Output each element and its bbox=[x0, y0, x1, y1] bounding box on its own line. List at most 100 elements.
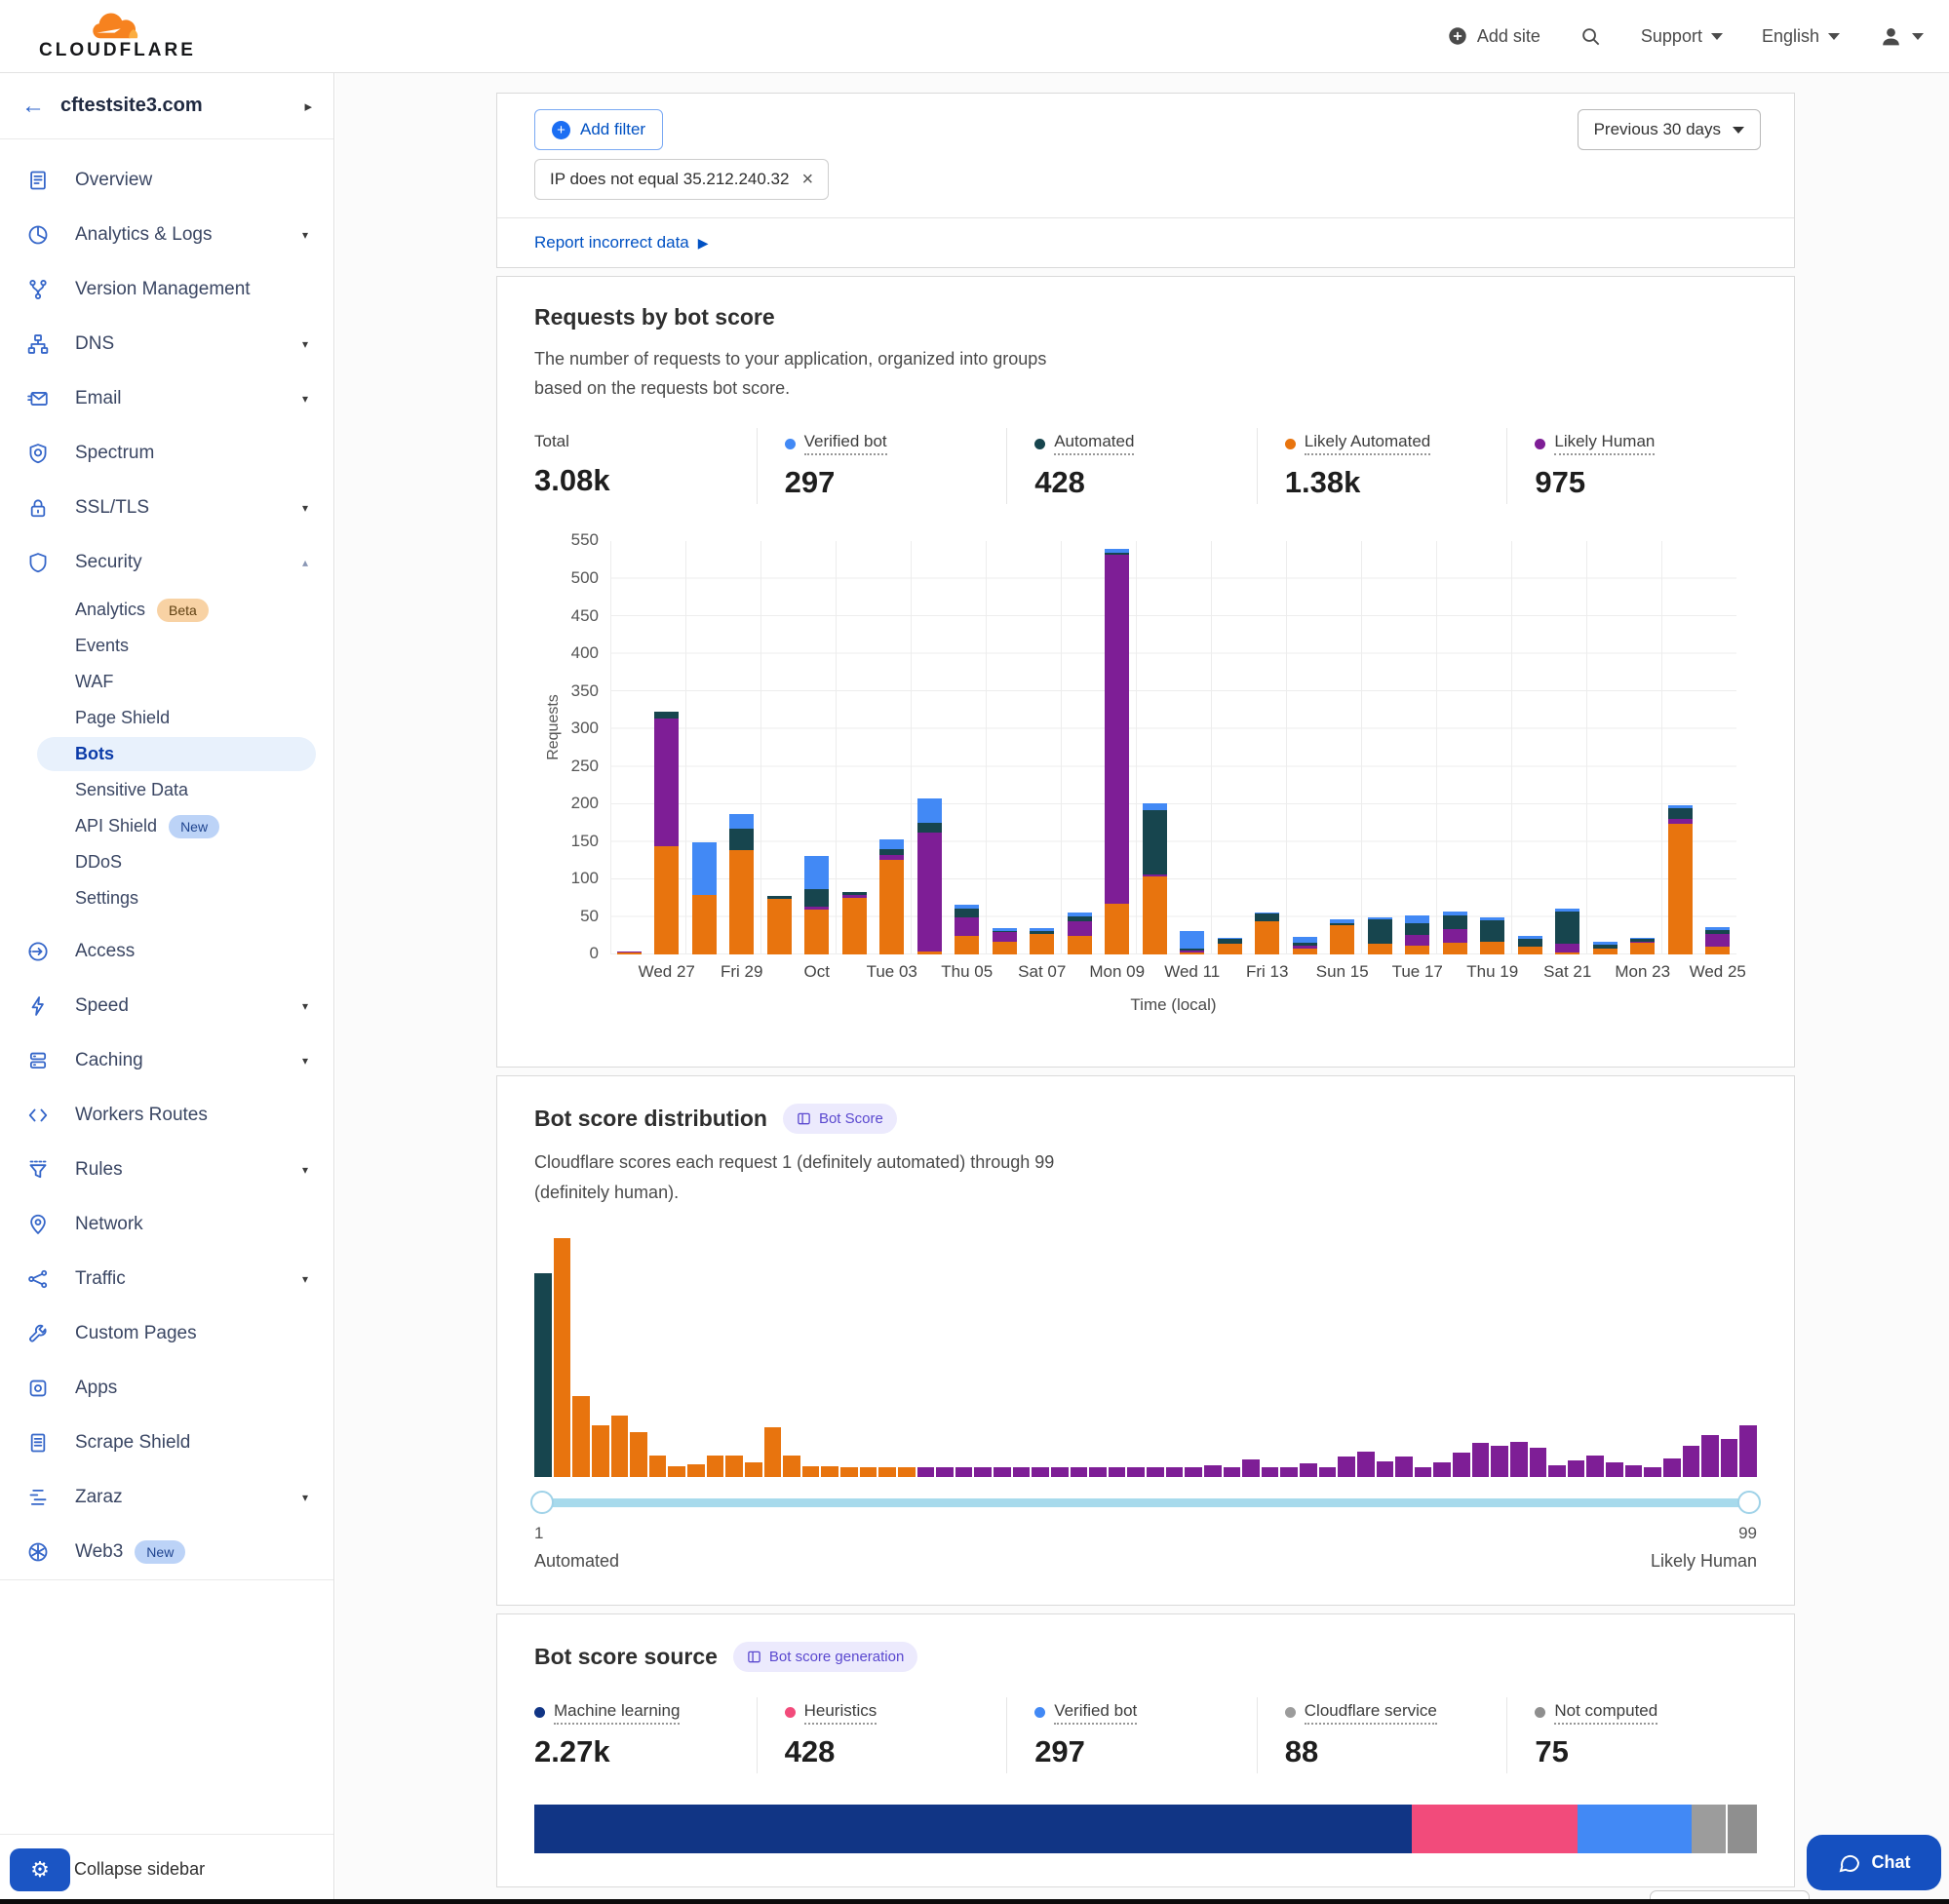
bar-group-5[interactable] bbox=[760, 541, 799, 954]
sidebar-item-ddos[interactable]: DDoS bbox=[0, 844, 333, 880]
bar-group-2[interactable] bbox=[648, 541, 686, 954]
bar-segment-verified-bot bbox=[917, 798, 942, 823]
sidebar-item-version-management[interactable]: Version Management bbox=[0, 262, 333, 317]
bar-group-27[interactable] bbox=[1586, 541, 1624, 954]
sidebar-item-analytics-logs[interactable]: Analytics & Logs▾ bbox=[0, 208, 333, 262]
sidebar-item-web3[interactable]: Web3New bbox=[0, 1525, 333, 1579]
report-incorrect-data-link[interactable]: Report incorrect data ▶ bbox=[497, 217, 1794, 267]
bar-group-12[interactable] bbox=[1024, 541, 1062, 954]
bar-group-24[interactable] bbox=[1474, 541, 1512, 954]
stat-label[interactable]: Likely Human bbox=[1535, 432, 1655, 455]
bot-score-doc-badge[interactable]: Bot Score bbox=[783, 1104, 897, 1134]
sidebar-item-custom-pages[interactable]: Custom Pages bbox=[0, 1306, 333, 1361]
bar-group-18[interactable] bbox=[1249, 541, 1287, 954]
bar-group-13[interactable] bbox=[1061, 541, 1099, 954]
bar-group-11[interactable] bbox=[986, 541, 1024, 954]
bar-group-22[interactable] bbox=[1399, 541, 1437, 954]
stat-label[interactable]: Verified bot bbox=[1034, 1701, 1137, 1725]
bar-group-3[interactable] bbox=[685, 541, 723, 954]
bar-group-14[interactable] bbox=[1099, 541, 1137, 954]
date-range-dropdown[interactable]: Previous 30 days bbox=[1578, 109, 1761, 150]
bar-group-8[interactable] bbox=[874, 541, 912, 954]
account-menu[interactable] bbox=[1879, 24, 1924, 49]
bar-group-28[interactable] bbox=[1624, 541, 1662, 954]
settings-gear-button[interactable]: ⚙ bbox=[10, 1848, 70, 1891]
bar-group-17[interactable] bbox=[1211, 541, 1249, 954]
sidebar-item-workers-routes[interactable]: Workers Routes bbox=[0, 1088, 333, 1143]
bar-segment-automated bbox=[1443, 915, 1467, 929]
slider-handle-max[interactable] bbox=[1737, 1491, 1761, 1514]
bar-group-4[interactable] bbox=[723, 541, 761, 954]
bar-group-15[interactable] bbox=[1136, 541, 1174, 954]
bar-group-19[interactable] bbox=[1286, 541, 1324, 954]
histogram-bar-likely-human bbox=[1185, 1467, 1202, 1477]
source-segment-cloudflare-service bbox=[1692, 1805, 1726, 1853]
back-arrow-icon[interactable]: ← bbox=[21, 93, 45, 120]
slider-handle-min[interactable] bbox=[530, 1491, 554, 1514]
bar-group-25[interactable] bbox=[1511, 541, 1549, 954]
stat-label[interactable]: Machine learning bbox=[534, 1701, 680, 1725]
sidebar-item-email[interactable]: Email▾ bbox=[0, 371, 333, 426]
y-tick: 50 bbox=[580, 907, 599, 926]
bar-group-26[interactable] bbox=[1549, 541, 1587, 954]
stat-label[interactable]: Verified bot bbox=[785, 432, 887, 455]
add-filter-button[interactable]: + Add filter bbox=[534, 109, 663, 150]
collapse-sidebar-button[interactable]: Collapse sidebar bbox=[74, 1859, 205, 1880]
search-button[interactable] bbox=[1579, 25, 1602, 48]
sidebar-item-rules[interactable]: Rules▾ bbox=[0, 1143, 333, 1197]
stat-label[interactable]: Likely Automated bbox=[1285, 432, 1430, 455]
bot-score-generation-badge[interactable]: Bot score generation bbox=[733, 1642, 917, 1672]
sidebar-item-overview[interactable]: Overview bbox=[0, 153, 333, 208]
sidebar-item-network[interactable]: Network bbox=[0, 1197, 333, 1252]
bar-group-20[interactable] bbox=[1324, 541, 1362, 954]
bar-group-6[interactable] bbox=[799, 541, 837, 954]
stat-label[interactable]: Not computed bbox=[1535, 1701, 1657, 1725]
requests-by-bot-score-card: Requests by bot score The number of requ… bbox=[496, 276, 1795, 1068]
sidebar-item-analytics[interactable]: AnalyticsBeta bbox=[0, 592, 333, 628]
sidebar-item-page-shield[interactable]: Page Shield bbox=[0, 700, 333, 736]
support-menu[interactable]: Support bbox=[1641, 26, 1723, 47]
bar-group-23[interactable] bbox=[1436, 541, 1474, 954]
bar-group-30[interactable] bbox=[1699, 541, 1737, 954]
sidebar-item-sensitive-data[interactable]: Sensitive Data bbox=[0, 772, 333, 808]
sidebar-item-caching[interactable]: Caching▾ bbox=[0, 1033, 333, 1088]
histogram-bar-likely-human bbox=[1147, 1467, 1164, 1477]
sidebar-item-spectrum[interactable]: Spectrum bbox=[0, 426, 333, 481]
stat-label[interactable]: Cloudflare service bbox=[1285, 1701, 1437, 1725]
stat-label[interactable]: Automated bbox=[1034, 432, 1134, 455]
bar-group-7[interactable] bbox=[836, 541, 874, 954]
source-stacked-bar bbox=[534, 1805, 1757, 1853]
add-site-button[interactable]: Add site bbox=[1447, 25, 1540, 47]
slider-track[interactable] bbox=[534, 1498, 1757, 1507]
sidebar-item-traffic[interactable]: Traffic▾ bbox=[0, 1252, 333, 1306]
language-menu[interactable]: English bbox=[1762, 26, 1840, 47]
new-badge: New bbox=[169, 815, 219, 838]
sidebar-item-label: Security bbox=[75, 552, 142, 573]
bar-group-9[interactable] bbox=[911, 541, 949, 954]
stat-label[interactable]: Total bbox=[534, 432, 569, 453]
cloudflare-logo[interactable]: CLOUDFLARE bbox=[39, 11, 196, 61]
close-icon[interactable]: × bbox=[801, 170, 813, 189]
sidebar-item-zaraz[interactable]: Zaraz▾ bbox=[0, 1470, 333, 1525]
sidebar-item-waf[interactable]: WAF bbox=[0, 664, 333, 700]
bar-group-1[interactable] bbox=[610, 541, 648, 954]
sidebar-item-access[interactable]: Access bbox=[0, 924, 333, 979]
bar-group-21[interactable] bbox=[1361, 541, 1399, 954]
sidebar-item-scrape-shield[interactable]: Scrape Shield bbox=[0, 1416, 333, 1470]
stat-label[interactable]: Heuristics bbox=[785, 1701, 877, 1725]
sidebar-item-security[interactable]: Security▴ bbox=[0, 535, 333, 590]
bar-group-29[interactable] bbox=[1661, 541, 1699, 954]
sidebar-item-events[interactable]: Events bbox=[0, 628, 333, 664]
bar-group-10[interactable] bbox=[949, 541, 987, 954]
sidebar-item-apps[interactable]: Apps bbox=[0, 1361, 333, 1416]
sidebar-item-bots[interactable]: Bots bbox=[0, 736, 333, 772]
sidebar-item-api-shield[interactable]: API ShieldNew bbox=[0, 808, 333, 844]
chat-button[interactable]: Chat bbox=[1807, 1835, 1941, 1890]
sidebar-item-settings[interactable]: Settings bbox=[0, 880, 333, 916]
filter-chip[interactable]: IP does not equal 35.212.240.32 × bbox=[534, 159, 829, 200]
sidebar-item-speed[interactable]: Speed▾ bbox=[0, 979, 333, 1033]
sidebar-item-dns[interactable]: DNS▾ bbox=[0, 317, 333, 371]
chevron-right-icon[interactable]: ▸ bbox=[304, 97, 312, 115]
bar-group-16[interactable] bbox=[1174, 541, 1212, 954]
sidebar-item-ssl-tls[interactable]: SSL/TLS▾ bbox=[0, 481, 333, 535]
